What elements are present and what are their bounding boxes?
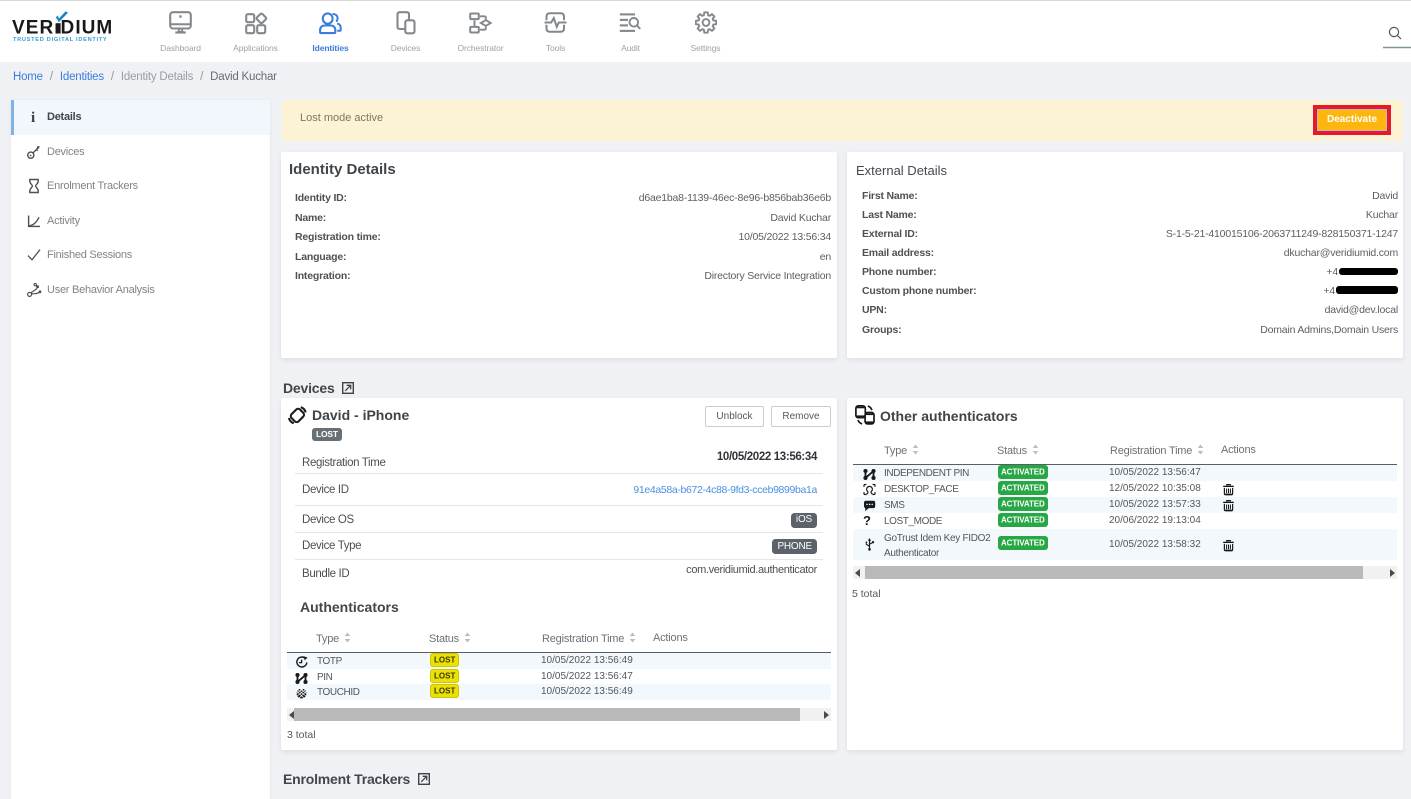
svg-text:TRUSTED DIGITAL IDENTITY: TRUSTED DIGITAL IDENTITY: [13, 37, 107, 43]
svg-text:VERIDIUM: VERIDIUM: [12, 18, 113, 39]
svg-text:i: i: [31, 110, 35, 125]
